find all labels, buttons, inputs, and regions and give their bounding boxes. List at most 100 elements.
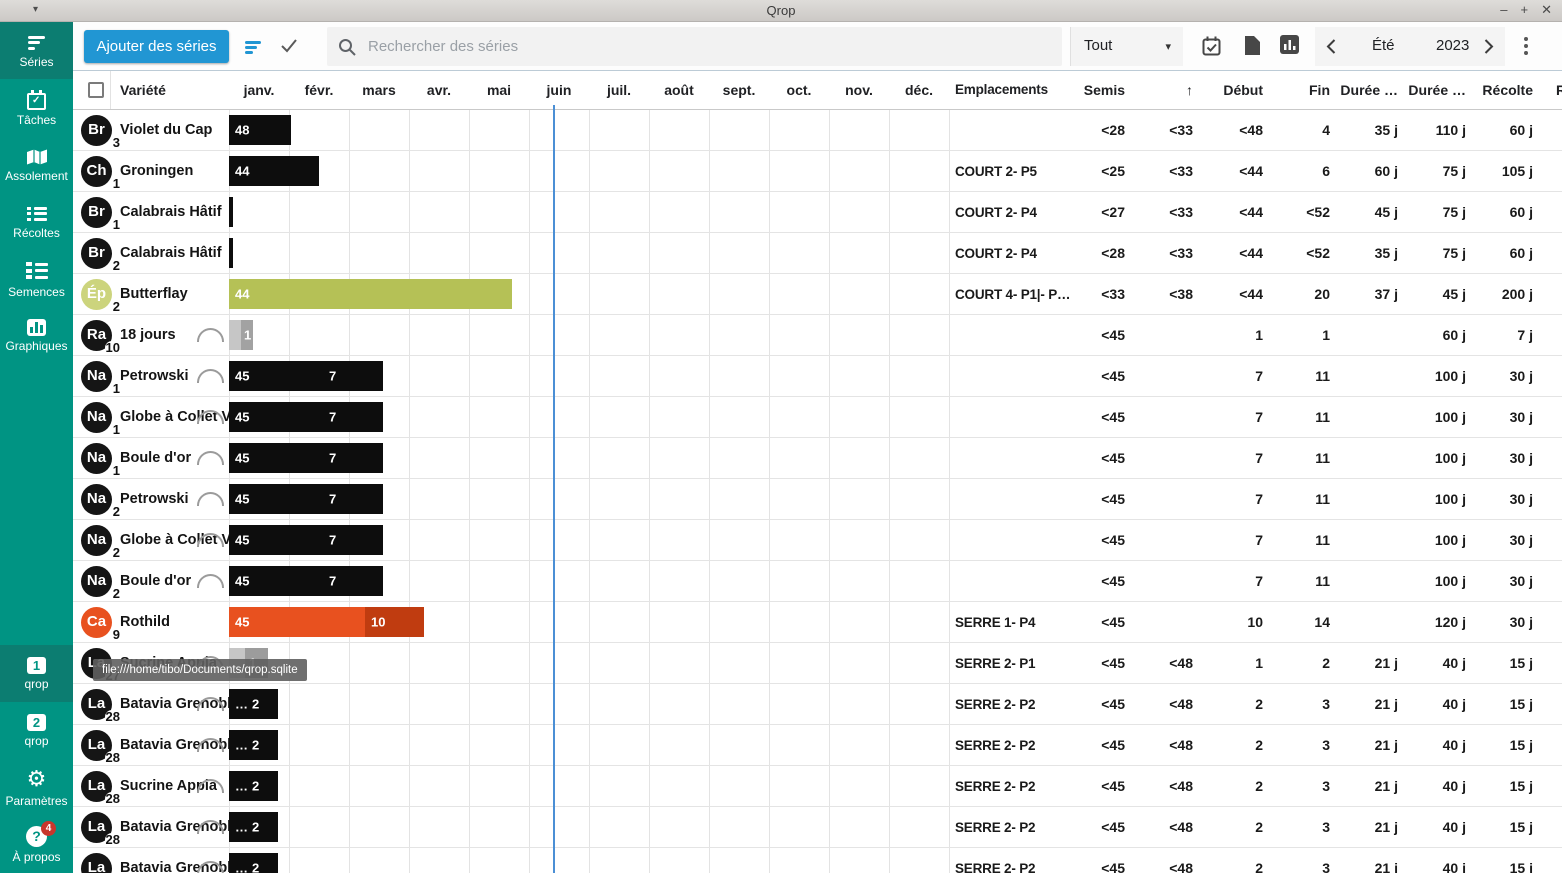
crop-avatar: Na 2 — [81, 525, 112, 556]
sidebar-item-recoltes[interactable]: Récoltes — [0, 193, 73, 250]
gantt-bar[interactable]: …2 — [229, 771, 278, 801]
gantt-bar[interactable]: …2 — [229, 689, 278, 719]
column-header-recolte[interactable]: Récolte — [1466, 71, 1533, 109]
column-header-month[interactable]: nov. — [829, 71, 889, 109]
gantt-bar[interactable]: 457 — [229, 443, 383, 473]
gantt-bar[interactable]: 457 — [229, 402, 383, 432]
table-row[interactable]: Ra 10 18 jours 1 <45 1 1 60 j 7 j — [73, 315, 1562, 356]
crop-avatar: Ép 2 — [81, 279, 112, 310]
select-all-checkbox[interactable] — [88, 82, 104, 98]
gantt-bar[interactable]: …2 — [229, 730, 278, 760]
table-row[interactable]: La 28 Batavia Grenobl… …2 SERRE 2- P2 <4… — [73, 807, 1562, 848]
column-header-month[interactable]: janv. — [229, 71, 289, 109]
table-row[interactable]: Ch 1 Groningen 44 COURT 2- P5 <25 <33 <4… — [73, 151, 1562, 192]
search-field[interactable] — [327, 27, 1062, 66]
chevron-right-icon[interactable] — [1483, 38, 1495, 55]
column-header-month[interactable]: sept. — [709, 71, 769, 109]
gantt-bar[interactable]: …2 — [229, 812, 278, 842]
chevron-left-icon[interactable] — [1325, 38, 1337, 55]
variety-name: Batavia Grenobl… — [120, 725, 246, 766]
gantt-bar[interactable]: 457 — [229, 566, 383, 596]
gantt-bar[interactable] — [229, 197, 233, 227]
gantt-bar[interactable]: 45 — [229, 607, 365, 637]
gantt-bar[interactable]: 457 — [229, 525, 383, 555]
column-header-month[interactable]: juil. — [589, 71, 649, 109]
file-icon[interactable] — [1244, 35, 1261, 56]
gantt-bar[interactable]: 44 — [229, 279, 512, 309]
gantt-bar[interactable]: 48 — [229, 115, 291, 145]
column-header-month[interactable]: oct. — [769, 71, 829, 109]
column-header-fin[interactable]: Fin — [1263, 71, 1330, 109]
sidebar-item-taches[interactable]: ✓ Tâches — [0, 79, 73, 136]
add-series-button[interactable]: Ajouter des séries — [84, 30, 229, 63]
column-header-debut[interactable]: Début — [1193, 71, 1263, 109]
column-header-month[interactable]: juin — [529, 71, 589, 109]
sidebar-item-a-propos[interactable]: ?4 À propos — [0, 816, 73, 873]
sidebar-item-series[interactable]: Séries — [0, 22, 73, 79]
done-check-icon[interactable] — [278, 36, 300, 56]
table-row[interactable]: Na 1 Petrowski 457 <45 7 11 100 j 30 j — [73, 356, 1562, 397]
table-row[interactable]: Br 2 Calabrais Hâtif COURT 2- P4 <28 <33… — [73, 233, 1562, 274]
sidebar-item-semences[interactable]: Semences — [0, 250, 73, 307]
season-label[interactable]: Été — [1372, 37, 1395, 54]
search-input[interactable] — [368, 38, 968, 55]
close-button[interactable]: ✕ — [1541, 2, 1552, 18]
season-navigator: Été 2023 — [1315, 27, 1505, 66]
gantt-bar[interactable]: …2 — [229, 853, 278, 873]
table-row[interactable]: Na 2 Boule d'or 457 <45 7 11 100 j 30 j — [73, 561, 1562, 602]
column-header-month[interactable]: avr. — [409, 71, 469, 109]
column-header-month[interactable]: déc. — [889, 71, 949, 109]
map-icon — [26, 148, 48, 166]
column-header-month[interactable]: mars — [349, 71, 409, 109]
cell-planta: <48 — [1133, 725, 1193, 766]
column-header-duree-2[interactable]: Durée … — [1398, 71, 1466, 109]
cell-duree-1: 35 j — [1330, 110, 1398, 151]
sidebar-item-parametres[interactable]: ⚙ Paramètres — [0, 759, 73, 816]
cell-duree-2: 60 j — [1398, 315, 1466, 356]
sidebar-item-assolement[interactable]: Assolement — [0, 136, 73, 193]
filter-dropdown[interactable]: Tout ▾ — [1070, 27, 1183, 66]
year-label[interactable]: 2023 — [1436, 37, 1469, 54]
gantt-bar[interactable] — [229, 320, 241, 350]
kebab-menu-icon[interactable] — [1523, 35, 1529, 57]
table-row[interactable]: La 28 Sucrine Appia …2 SERRE 2- P2 <45 <… — [73, 766, 1562, 807]
sidebar-item-database-2[interactable]: 2 qrop — [0, 702, 73, 759]
column-header-duree-1[interactable]: Durée … — [1330, 71, 1398, 109]
calendar-check-icon[interactable] — [1201, 35, 1222, 57]
table-row[interactable]: La 28 Batavia Grenobl… …2 SERRE 2- P2 <4… — [73, 684, 1562, 725]
filter-icon[interactable] — [245, 39, 261, 56]
cell-fin: <52 — [1263, 192, 1330, 233]
cell-fin: 11 — [1263, 397, 1330, 438]
table-row[interactable]: Ép 2 Butterflay 44 COURT 4- P1|- P… <33 … — [73, 274, 1562, 315]
gantt-bar[interactable] — [229, 238, 233, 268]
table-row[interactable]: Na 1 Globe à Collet Vi… 457 <45 7 11 100… — [73, 397, 1562, 438]
column-header-month[interactable]: août — [649, 71, 709, 109]
cell-semis: <45 — [1013, 807, 1125, 848]
cell-recolte: 30 j — [1466, 356, 1533, 397]
table-row[interactable]: Br 1 Calabrais Hâtif COURT 2- P4 <27 <33… — [73, 192, 1562, 233]
table-row[interactable]: Na 1 Boule d'or 457 <45 7 11 100 j 30 j — [73, 438, 1562, 479]
minimize-button[interactable]: – — [1500, 2, 1507, 18]
table-row[interactable]: Br 3 Violet du Cap 48 <28 <33 <48 4 35 j… — [73, 110, 1562, 151]
column-header-semis[interactable]: Semis — [1013, 71, 1125, 109]
column-header-month[interactable]: mai — [469, 71, 529, 109]
bar-chart-icon[interactable] — [1280, 35, 1299, 54]
gantt-bar[interactable]: 44 — [229, 156, 319, 186]
maximize-button[interactable]: + — [1521, 2, 1529, 18]
table-row[interactable]: Na 2 Petrowski 457 <45 7 11 100 j 30 j — [73, 479, 1562, 520]
cell-recolte: 15 j — [1466, 807, 1533, 848]
column-header-month[interactable]: févr. — [289, 71, 349, 109]
table-row[interactable]: Na 2 Globe à Collet Vi… 457 <45 7 11 100… — [73, 520, 1562, 561]
sidebar-item-graphiques[interactable]: Graphiques — [0, 307, 73, 364]
sidebar-item-database-1[interactable]: 1 qrop — [0, 645, 73, 702]
gantt-bar[interactable]: 457 — [229, 484, 383, 514]
gantt-bar[interactable]: 10 — [365, 607, 424, 637]
table-row[interactable]: La 28 Batavia Grenobl… …2 SERRE 2- P2 <4… — [73, 848, 1562, 873]
table-row[interactable]: La 28 Batavia Grenobl… …2 SERRE 2- P2 <4… — [73, 725, 1562, 766]
column-header-variete[interactable]: Variété — [120, 71, 166, 109]
crop-initials: Na — [81, 449, 112, 466]
gantt-bar[interactable]: 457 — [229, 361, 383, 391]
cell-duree-2: 40 j — [1398, 725, 1466, 766]
table-row[interactable]: Ca 9 Rothild 4510 SERRE 1- P4 <45 10 14 … — [73, 602, 1562, 643]
gantt-bar[interactable]: 1 — [241, 320, 253, 350]
